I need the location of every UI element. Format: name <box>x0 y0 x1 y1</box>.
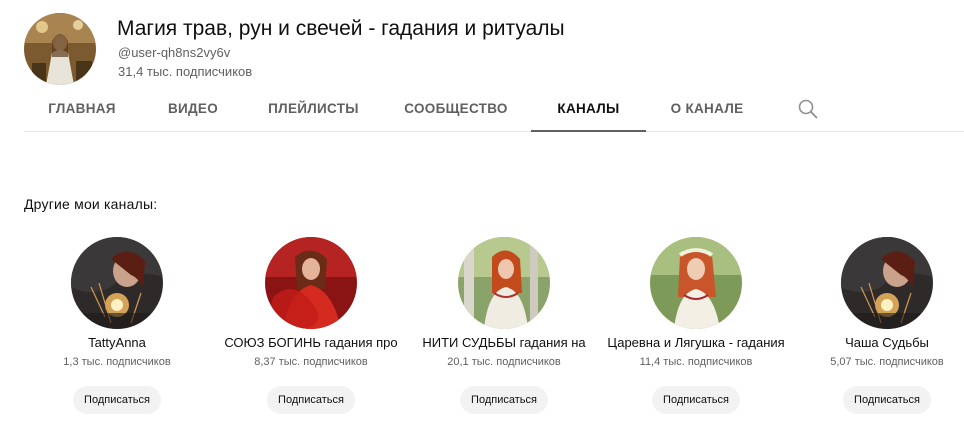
channel-card-subscribers: 5,07 тыс. подписчиков <box>830 356 944 368</box>
channel-avatar[interactable] <box>24 13 96 85</box>
channel-page: Магия трав, рун и свечей - гадания и рит… <box>0 0 964 441</box>
channel-title: Магия трав, рун и свечей - гадания и рит… <box>117 17 565 40</box>
subscribe-button[interactable]: Подписаться <box>73 386 161 414</box>
channel-subscriber-count: 31,4 тыс. подписчиков <box>118 64 253 79</box>
channel-card: НИТИ СУДЬБЫ гадания на 20,1 тыс. подписч… <box>409 237 599 427</box>
channel-card-avatar[interactable] <box>71 237 163 329</box>
channel-card-name[interactable]: НИТИ СУДЬБЫ гадания на <box>403 335 605 350</box>
channel-card: TattyAnna 1,3 тыс. подписчиков Подписать… <box>22 237 212 427</box>
channel-card-name[interactable]: TattyAnna <box>16 335 218 350</box>
tab-videos[interactable]: ВИДЕО <box>140 87 246 132</box>
channel-card-avatar[interactable] <box>841 237 933 329</box>
search-icon[interactable] <box>797 98 819 120</box>
channel-tabs: ГЛАВНАЯ ВИДЕО ПЛЕЙЛИСТЫ СООБЩЕСТВО КАНАЛ… <box>24 87 964 132</box>
subscribe-button[interactable]: Подписаться <box>843 386 931 414</box>
subscribe-button[interactable]: Подписаться <box>267 386 355 414</box>
channel-card-name[interactable]: Чаша Судьбы <box>786 335 964 350</box>
channel-card-subscribers: 1,3 тыс. подписчиков <box>63 356 171 368</box>
channel-card-subscribers: 11,4 тыс. подписчиков <box>639 356 753 368</box>
channel-card-avatar[interactable] <box>650 237 742 329</box>
channel-card: СОЮЗ БОГИНЬ гадания про 8,37 тыс. подпис… <box>216 237 406 427</box>
channel-card: Царевна и Лягушка - гадания 11,4 тыс. по… <box>601 237 791 427</box>
tab-channels[interactable]: КАНАЛЫ <box>531 87 646 132</box>
channel-handle: @user-qh8ns2vy6v <box>118 45 231 60</box>
section-title: Другие мои каналы: <box>24 196 158 212</box>
channel-card-avatar[interactable] <box>265 237 357 329</box>
channel-card-avatar[interactable] <box>458 237 550 329</box>
channel-card-subscribers: 20,1 тыс. подписчиков <box>447 356 561 368</box>
subscribe-button[interactable]: Подписаться <box>460 386 548 414</box>
tab-community[interactable]: СООБЩЕСТВО <box>381 87 531 132</box>
subscribe-button[interactable]: Подписаться <box>652 386 740 414</box>
channel-card-name[interactable]: Царевна и Лягушка - гадания <box>595 335 797 350</box>
tab-playlists[interactable]: ПЛЕЙЛИСТЫ <box>246 87 381 132</box>
channel-card: Чаша Судьбы 5,07 тыс. подписчиков Подпис… <box>792 237 964 427</box>
channel-card-subscribers: 8,37 тыс. подписчиков <box>254 356 368 368</box>
channel-card-name[interactable]: СОЮЗ БОГИНЬ гадания про <box>210 335 412 350</box>
tab-about[interactable]: О КАНАЛЕ <box>646 87 768 132</box>
tab-home[interactable]: ГЛАВНАЯ <box>24 87 140 132</box>
